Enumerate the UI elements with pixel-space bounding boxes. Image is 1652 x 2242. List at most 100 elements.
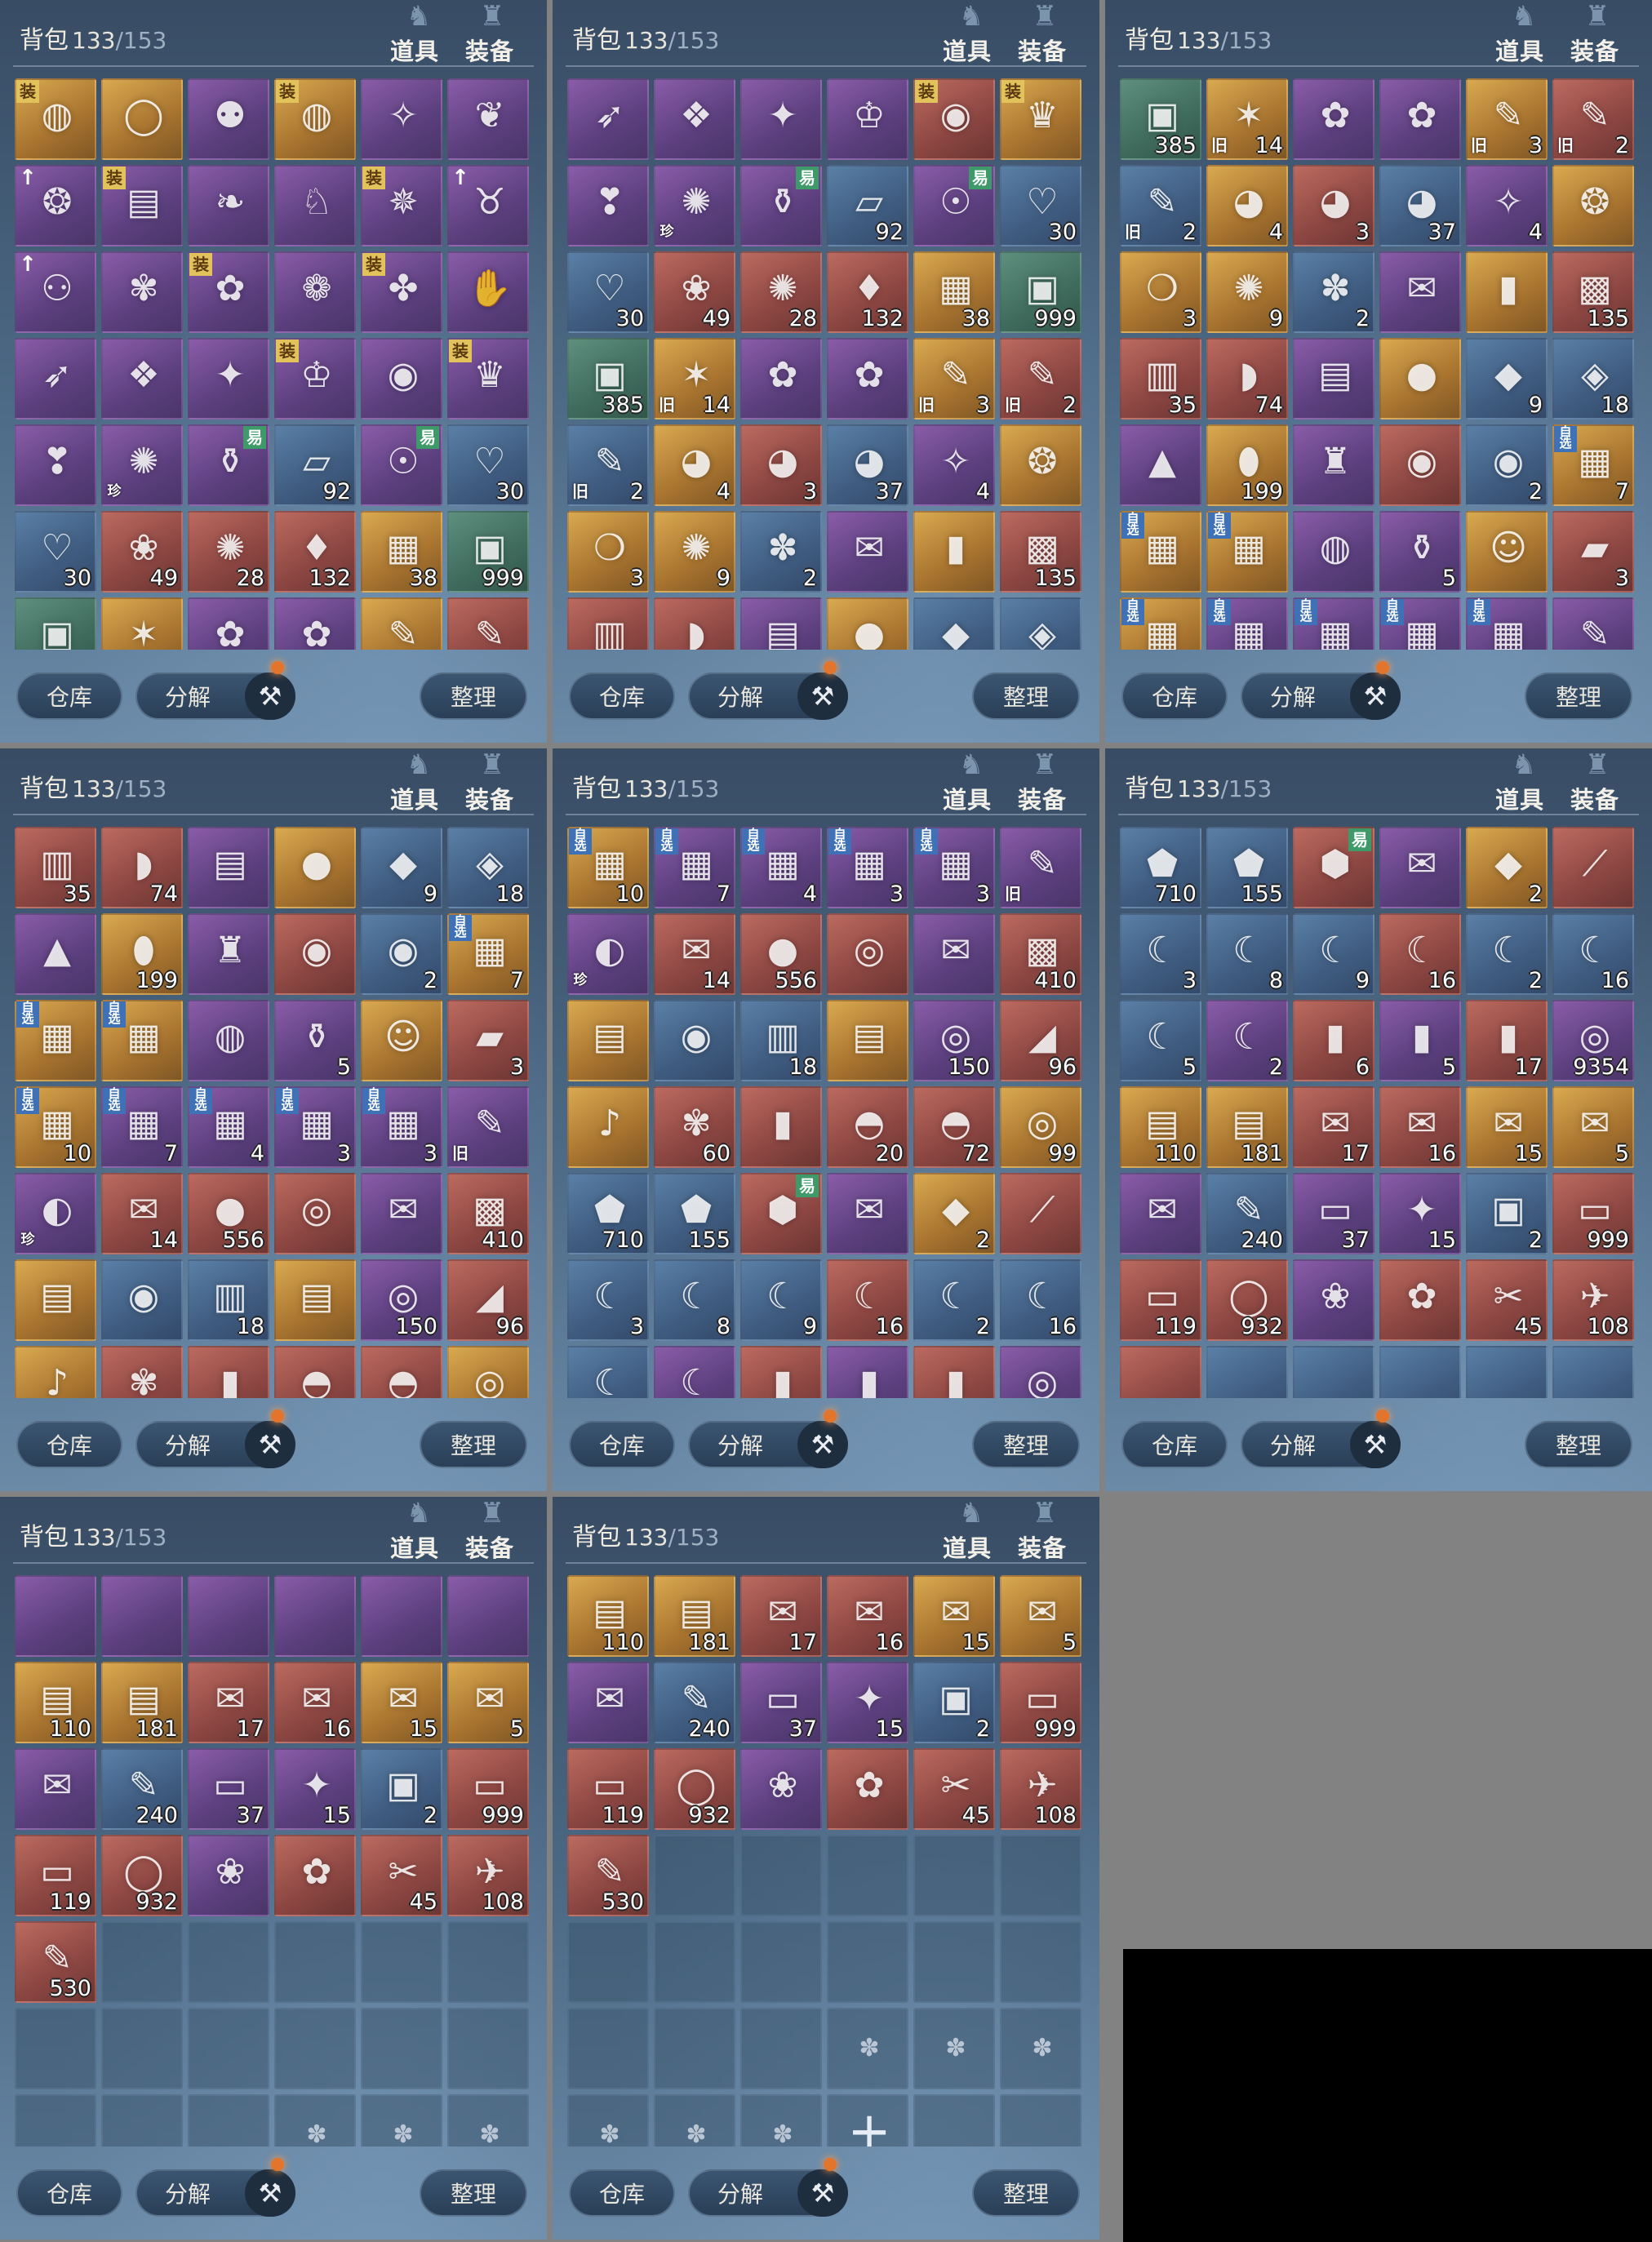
item-slot[interactable]: ⬮ 199 bbox=[1206, 424, 1288, 506]
item-slot[interactable] bbox=[1120, 1346, 1201, 1398]
item-slot[interactable]: ☾ 16 bbox=[1552, 913, 1634, 995]
empty-slot[interactable] bbox=[740, 1921, 822, 2003]
item-slot[interactable]: ◉ 2 bbox=[1466, 424, 1548, 506]
item-slot[interactable]: ✈ 108 bbox=[447, 1835, 529, 1916]
item-slot[interactable]: ✾ bbox=[101, 251, 183, 333]
item-slot[interactable]: ▦ 38 bbox=[361, 511, 442, 593]
item-slot[interactable]: ☾ 9 bbox=[1293, 913, 1374, 995]
sort-button[interactable]: 整理 bbox=[420, 2169, 527, 2217]
item-slot[interactable]: ⬟ 710 bbox=[567, 1173, 649, 1254]
item-slot[interactable]: ☾ 8 bbox=[654, 1259, 735, 1341]
item-slot[interactable]: ✉ bbox=[1379, 251, 1461, 333]
item-slot[interactable]: ⬟ 155 bbox=[1206, 827, 1288, 908]
item-slot[interactable]: ☾ 3 bbox=[1120, 913, 1201, 995]
item-slot[interactable]: ♦ 132 bbox=[827, 251, 908, 333]
item-slot[interactable]: ◎ bbox=[827, 913, 908, 995]
item-slot[interactable]: ● bbox=[827, 597, 908, 650]
item-slot[interactable]: ♪ bbox=[567, 1086, 649, 1168]
item-slot[interactable]: ▮5 bbox=[827, 1346, 908, 1398]
item-slot[interactable]: ✿ bbox=[740, 338, 822, 420]
item-slot[interactable]: ✉ 16 bbox=[274, 1662, 356, 1743]
item-slot[interactable]: ▦10自选 bbox=[15, 1086, 96, 1168]
item-slot[interactable]: ✉ 17 bbox=[1293, 1086, 1374, 1168]
item-slot[interactable]: ◢ 96 bbox=[447, 1259, 529, 1341]
item-slot[interactable]: ▣ 385 bbox=[1120, 78, 1201, 160]
item-slot[interactable]: ✽ 2 bbox=[1293, 251, 1374, 333]
empty-slot[interactable] bbox=[827, 1835, 908, 1916]
hammer-icon[interactable]: ⚒ bbox=[1350, 673, 1401, 720]
empty-slot[interactable] bbox=[447, 2008, 529, 2089]
item-slot[interactable]: ✺ 珍 bbox=[101, 424, 183, 506]
empty-slot[interactable]: ✽ bbox=[827, 2008, 908, 2089]
item-slot[interactable]: ✾60 bbox=[101, 1346, 183, 1398]
item-slot[interactable]: ▤ 110 bbox=[1120, 1086, 1201, 1168]
item-slot[interactable]: ⚱ 易 bbox=[740, 165, 822, 246]
item-slot[interactable]: ✉ 14 bbox=[101, 1173, 183, 1254]
item-slot[interactable]: ✉ 14 bbox=[654, 913, 735, 995]
item-slot[interactable]: ◐ 珍 bbox=[15, 1173, 96, 1254]
hammer-icon[interactable]: ⚒ bbox=[797, 1421, 848, 1468]
item-slot[interactable]: ▮17 bbox=[1466, 1000, 1548, 1081]
item-slot[interactable]: ▱ 92 bbox=[827, 165, 908, 246]
item-slot[interactable]: ✉ 15 bbox=[913, 1575, 995, 1657]
item-slot[interactable]: ● 556 bbox=[740, 913, 822, 995]
empty-slot[interactable] bbox=[827, 1921, 908, 2003]
item-slot[interactable]: ▦3自选 bbox=[827, 827, 908, 908]
item-slot[interactable]: ☾5 bbox=[567, 1346, 649, 1398]
item-slot[interactable]: ▭ 37 bbox=[188, 1748, 269, 1830]
sort-button[interactable]: 整理 bbox=[972, 673, 1080, 720]
empty-slot[interactable] bbox=[913, 2094, 995, 2147]
hammer-icon[interactable]: ⚒ bbox=[245, 673, 295, 720]
item-slot[interactable]: ◗ 74 bbox=[1206, 338, 1288, 420]
item-slot[interactable]: ☾ 16 bbox=[1379, 913, 1461, 995]
item-slot[interactable]: ✶ 14 旧 bbox=[654, 338, 735, 420]
item-slot[interactable] bbox=[1552, 1346, 1634, 1398]
item-slot[interactable]: ▥ 18 bbox=[188, 1259, 269, 1341]
item-slot[interactable]: ▣ 2 bbox=[1466, 1173, 1548, 1254]
item-slot[interactable]: ▤ bbox=[188, 827, 269, 908]
item-slot[interactable]: ✎ 2 旧 bbox=[1552, 78, 1634, 160]
item-slot[interactable]: ◕ 3 bbox=[1293, 165, 1374, 246]
empty-slot[interactable] bbox=[913, 1921, 995, 2003]
item-slot[interactable]: ▣ 2 bbox=[913, 1662, 995, 1743]
item-slot[interactable]: ◍ 装 bbox=[15, 78, 96, 160]
item-slot[interactable]: ✉ 17 bbox=[188, 1662, 269, 1743]
sort-button[interactable]: 整理 bbox=[1525, 673, 1632, 720]
item-slot[interactable]: ⚱ 易 bbox=[188, 424, 269, 506]
empty-slot[interactable] bbox=[101, 2094, 183, 2147]
item-slot[interactable]: ▦7自选 bbox=[447, 913, 529, 995]
hammer-icon[interactable]: ⚒ bbox=[245, 1421, 295, 1468]
item-slot[interactable]: ⚉ bbox=[188, 78, 269, 160]
item-slot[interactable]: ◓72 bbox=[913, 1086, 995, 1168]
item-slot[interactable]: ▰ 3 bbox=[447, 1000, 529, 1081]
item-slot[interactable]: ✎ 2 旧 bbox=[567, 424, 649, 506]
item-slot[interactable]: ✉ 15 bbox=[1466, 1086, 1548, 1168]
item-slot[interactable]: ✵ 装 bbox=[361, 165, 442, 246]
item-slot[interactable]: ◎9354 bbox=[1552, 1000, 1634, 1081]
warehouse-button[interactable]: 仓库 bbox=[1121, 673, 1228, 720]
tab-items[interactable]: 道具 bbox=[390, 1529, 439, 1564]
item-slot[interactable]: ☉ 易 bbox=[361, 424, 442, 506]
item-slot[interactable]: ✦ bbox=[188, 338, 269, 420]
item-slot[interactable]: ◉ bbox=[361, 338, 442, 420]
empty-slot[interactable] bbox=[361, 1921, 442, 2003]
item-slot[interactable]: ⬟ 155 bbox=[654, 1173, 735, 1254]
item-slot[interactable]: ✉ bbox=[827, 511, 908, 593]
item-slot[interactable]: ✉ bbox=[1379, 827, 1461, 908]
tab-equipment[interactable]: 装备 bbox=[465, 1529, 514, 1564]
item-slot[interactable]: ▦3自选 bbox=[1466, 597, 1548, 650]
item-slot[interactable]: ▦3自选 bbox=[361, 1086, 442, 1168]
item-slot[interactable]: ❀ bbox=[1293, 1259, 1374, 1341]
item-slot[interactable] bbox=[1379, 1346, 1461, 1398]
tab-items[interactable]: 道具 bbox=[943, 1529, 992, 1564]
item-slot[interactable]: ❍ 3 bbox=[1120, 251, 1201, 333]
item-slot[interactable]: ▣ 999 bbox=[1000, 251, 1081, 333]
item-slot[interactable]: ▱ 92 bbox=[274, 424, 356, 506]
tab-equipment[interactable]: 装备 bbox=[1570, 33, 1619, 67]
item-slot[interactable] bbox=[1293, 1346, 1374, 1398]
hammer-icon[interactable]: ⚒ bbox=[245, 2169, 295, 2217]
item-slot[interactable]: ♡ 30 bbox=[1000, 165, 1081, 246]
item-slot[interactable]: ▦ 自选 bbox=[101, 1000, 183, 1081]
item-slot[interactable]: ▮6 bbox=[740, 1346, 822, 1398]
empty-slot[interactable] bbox=[101, 1921, 183, 2003]
